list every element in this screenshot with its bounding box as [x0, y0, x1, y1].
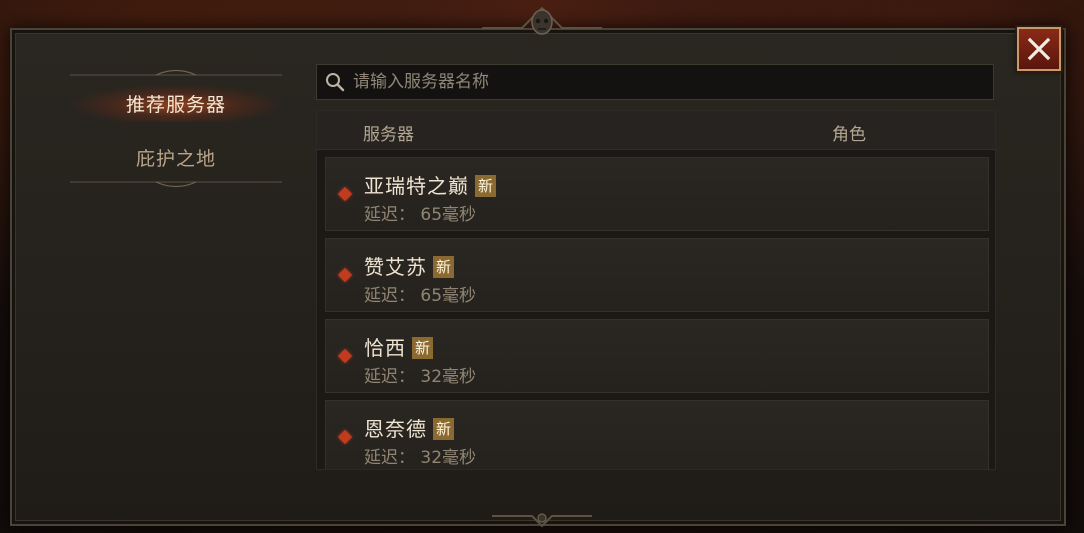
server-name-text: 赞艾苏: [364, 255, 427, 279]
nav-item-sanctuary[interactable]: 庇护之地: [70, 138, 282, 176]
server-name: 亚瑞特之巅新: [364, 170, 497, 199]
new-badge: 新: [433, 418, 455, 440]
server-row[interactable]: 亚瑞特之巅新 延迟： 65毫秒: [325, 157, 989, 231]
server-category-nav: 推荐服务器 庇护之地: [70, 66, 282, 191]
nav-divider-top: [70, 69, 282, 76]
server-row[interactable]: 赞艾苏新 延迟： 65毫秒: [325, 238, 989, 312]
server-name: 恰西新: [364, 332, 434, 361]
column-header-server: 服务器: [363, 125, 414, 145]
server-name-text: 亚瑞特之巅: [364, 174, 469, 198]
server-list-header: 服务器 角色: [317, 111, 995, 150]
new-badge: 新: [475, 175, 497, 197]
skull-ornament-icon: [482, 6, 602, 35]
nav-divider-bottom: [70, 181, 282, 188]
server-name: 恩奈德新: [364, 413, 455, 442]
search-input[interactable]: [351, 65, 993, 99]
server-list[interactable]: 服务器 角色 亚瑞特之巅新 延迟： 65毫秒 赞艾苏新 延迟： 65毫秒 恰西新…: [316, 110, 996, 470]
search-icon: [326, 73, 345, 92]
bottom-ornament-icon: [492, 513, 592, 528]
server-latency: 延迟： 32毫秒: [364, 448, 477, 468]
nav-item-sanctuary-label: 庇护之地: [135, 147, 216, 170]
search-box[interactable]: [316, 64, 994, 100]
close-icon: [1027, 37, 1051, 61]
server-row[interactable]: 恰西新 延迟： 32毫秒: [325, 319, 989, 393]
server-name-text: 恰西: [364, 336, 406, 360]
diamond-icon: [337, 429, 353, 445]
server-name-text: 恩奈德: [364, 417, 427, 441]
close-button[interactable]: [1017, 27, 1061, 71]
nav-item-recommended[interactable]: 推荐服务器: [70, 84, 282, 122]
server-name: 赞艾苏新: [364, 251, 455, 280]
server-latency: 延迟： 65毫秒: [364, 286, 477, 306]
column-header-role: 角色: [832, 125, 866, 145]
diamond-icon: [337, 267, 353, 283]
diamond-icon: [337, 186, 353, 202]
new-badge: 新: [433, 256, 455, 278]
server-latency: 延迟： 65毫秒: [364, 205, 477, 225]
nav-item-recommended-label: 推荐服务器: [125, 93, 226, 116]
server-row[interactable]: 恩奈德新 延迟： 32毫秒: [325, 400, 989, 469]
new-badge: 新: [412, 337, 434, 359]
server-latency: 延迟： 32毫秒: [364, 367, 477, 387]
diamond-icon: [337, 348, 353, 364]
